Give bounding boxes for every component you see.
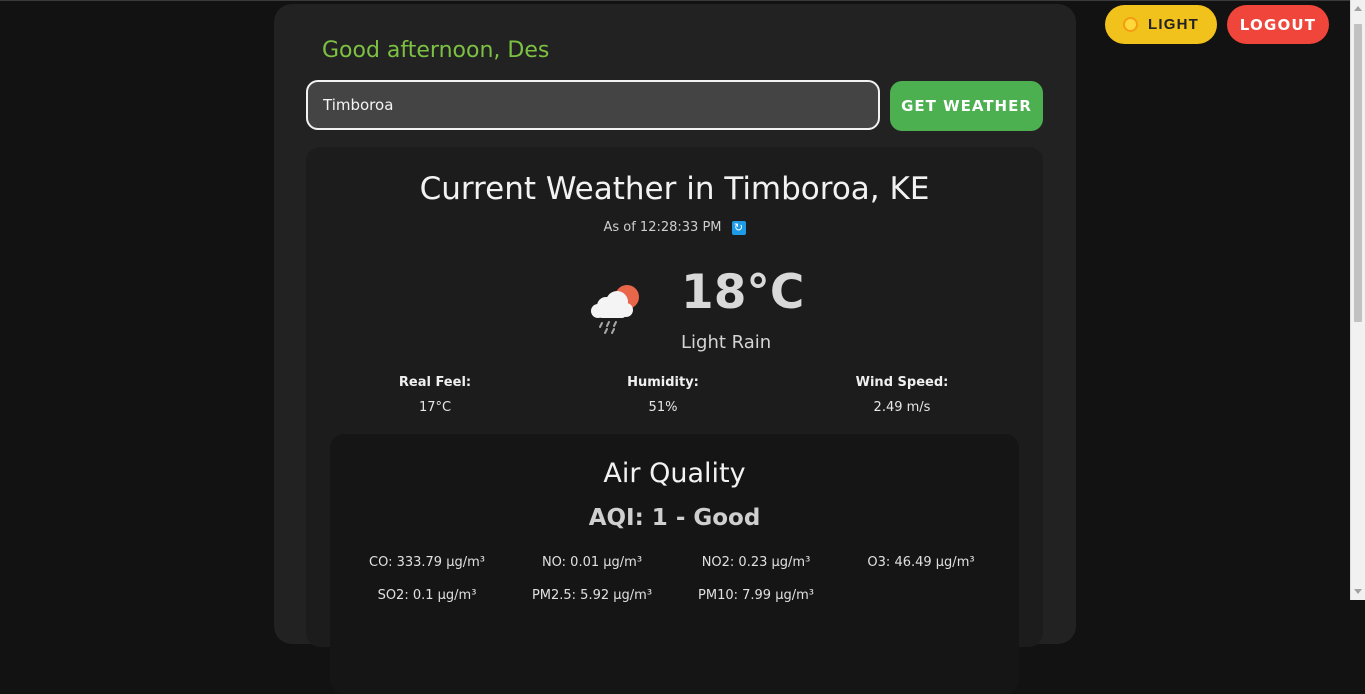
weather-description: Light Rain <box>681 332 772 353</box>
cloud-sun-rain-icon <box>591 285 639 334</box>
greeting-text: Good afternoon, Des <box>322 38 550 63</box>
pollutant-no2: NO2: 0.23 µg/m³ <box>701 555 811 570</box>
real-feel-label: Real Feel: <box>398 375 472 390</box>
pollutant-pm10: PM10: 7.99 µg/m³ <box>698 588 814 603</box>
wind-speed-stat: Wind Speed: 2.49 m/s <box>802 375 1002 415</box>
city-search-input[interactable] <box>306 80 880 130</box>
window-top-border <box>0 0 1365 1</box>
air-quality-title: Air Quality <box>603 458 746 489</box>
sun-icon <box>1123 17 1138 32</box>
weather-title: Current Weather in Timboroa, KE <box>419 171 930 207</box>
page-scrollbar[interactable] <box>1350 0 1365 600</box>
get-weather-button[interactable]: GET WEATHER <box>890 81 1043 131</box>
scroll-down-arrow-icon[interactable] <box>1354 589 1362 594</box>
real-feel-stat: Real Feel: 17°C <box>335 375 535 415</box>
theme-toggle-label: LIGHT <box>1148 16 1199 33</box>
humidity-label: Humidity: <box>627 375 699 390</box>
pollutant-co: CO: 333.79 µg/m³ <box>369 555 485 570</box>
real-feel-value: 17°C <box>418 400 452 415</box>
as-of-row: As of 12:28:33 PM ↻ <box>306 220 1043 235</box>
pollutant-so2: SO2: 0.1 µg/m³ <box>377 588 477 603</box>
aqi-value: AQI: 1 - Good <box>588 505 761 531</box>
pollutant-no: NO: 0.01 µg/m³ <box>541 555 643 570</box>
humidity-stat: Humidity: 51% <box>563 375 763 415</box>
pollutant-pm25: PM2.5: 5.92 µg/m³ <box>531 588 653 603</box>
air-quality-panel: Air Quality AQI: 1 - Good CO: 333.79 µg/… <box>330 434 1019 694</box>
scrollbar-thumb[interactable] <box>1354 24 1362 322</box>
logout-button[interactable]: LOGOUT <box>1227 5 1329 44</box>
theme-toggle-button[interactable]: LIGHT <box>1105 5 1217 44</box>
wind-speed-label: Wind Speed: <box>855 375 949 390</box>
scroll-up-arrow-icon[interactable] <box>1354 6 1362 11</box>
current-weather-panel: Current Weather in Timboroa, KE As of 12… <box>306 147 1043 694</box>
temperature-value: 18°C <box>681 265 805 320</box>
refresh-icon[interactable]: ↻ <box>731 220 746 235</box>
wind-speed-value: 2.49 m/s <box>873 400 931 415</box>
pollutant-o3: O3: 46.49 µg/m³ <box>867 555 975 570</box>
humidity-value: 51% <box>648 400 678 415</box>
main-card: Good afternoon, Des GET WEATHER Current … <box>274 4 1076 694</box>
as-of-timestamp: As of 12:28:33 PM <box>603 220 722 235</box>
